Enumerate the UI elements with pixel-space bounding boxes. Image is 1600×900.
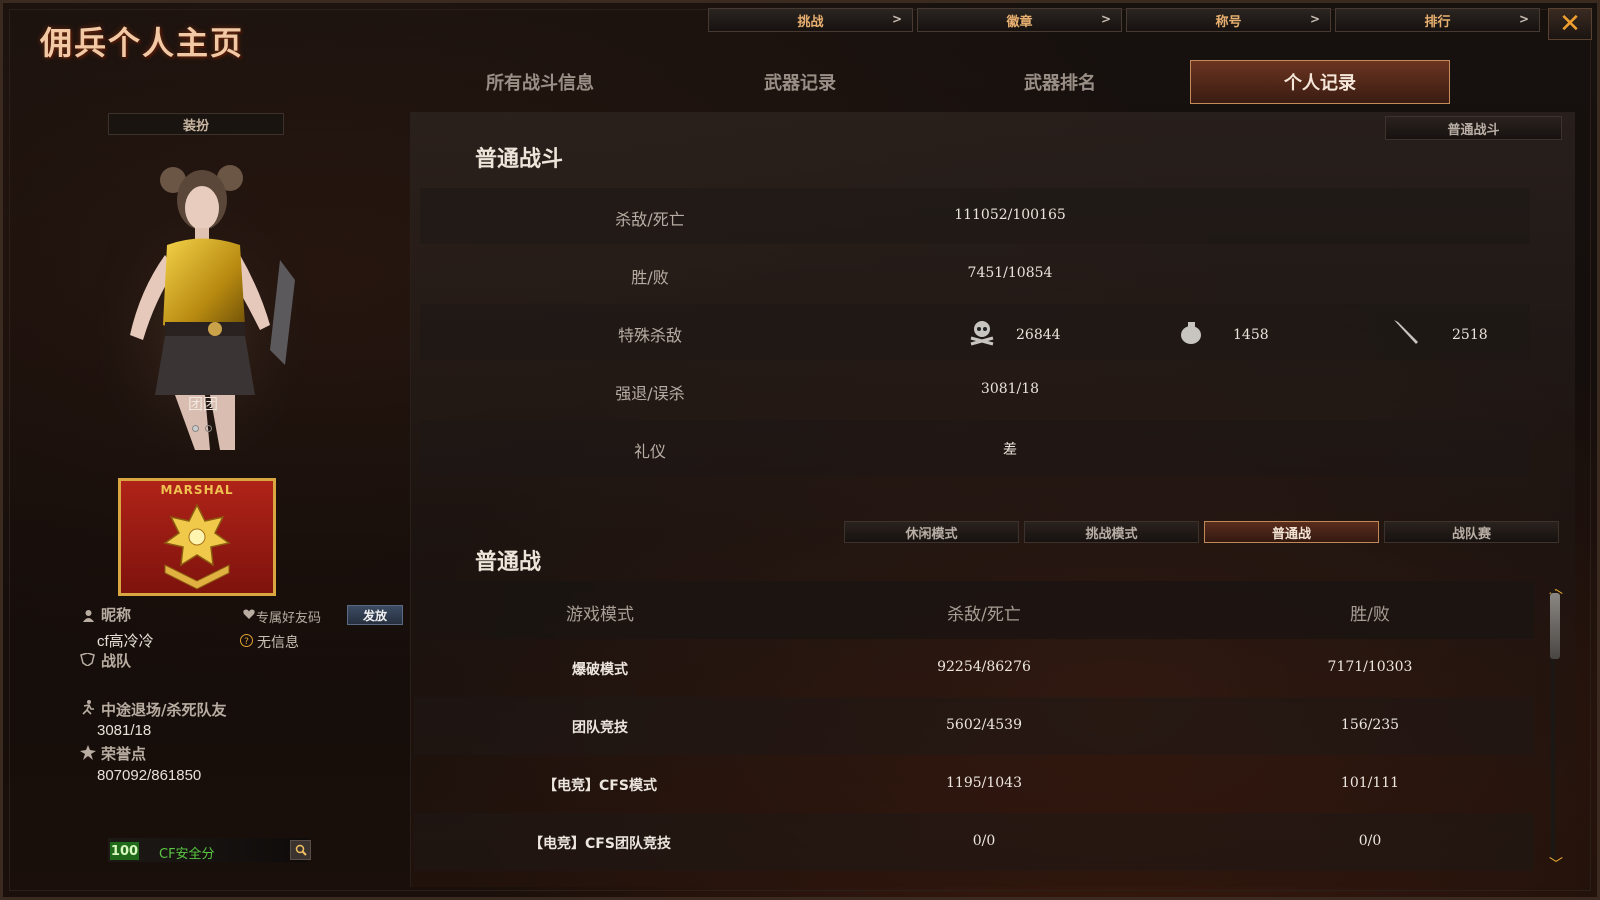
stat-value: 111052/100165 bbox=[954, 207, 1066, 223]
chevron-right-icon: > bbox=[1100, 12, 1111, 26]
honor-value: 807092/861850 bbox=[97, 767, 202, 784]
heart-icon bbox=[243, 609, 255, 619]
section-title-normal-battle: 普通战斗 bbox=[475, 147, 564, 172]
cell-mode: 【电竞】CFS团队竞技 bbox=[529, 836, 671, 852]
friend-code-value: 无信息 bbox=[257, 634, 299, 650]
team-label: 战队 bbox=[101, 652, 132, 670]
tab-all-battle-info[interactable]: 所有战斗信息 bbox=[410, 60, 670, 104]
cell-win-loss: 0/0 bbox=[1358, 833, 1382, 849]
stat-label: 杀敌/死亡 bbox=[615, 210, 685, 229]
quit-kill-value: 3081/18 bbox=[97, 722, 152, 739]
stat-label: 胜/败 bbox=[631, 268, 669, 287]
nav-challenge-button[interactable]: 挑战 > bbox=[708, 8, 913, 32]
table-header: 游戏模式 杀敌/死亡 胜/败 bbox=[414, 581, 1534, 639]
stat-label: 特殊杀敌 bbox=[617, 326, 682, 345]
cell-mode: 团队竞技 bbox=[572, 720, 628, 736]
character-pager bbox=[192, 425, 212, 432]
cell-kd: 92254/86276 bbox=[937, 659, 1031, 675]
chevron-right-icon: > bbox=[1309, 12, 1320, 26]
honor-label: 荣誉点 bbox=[101, 745, 147, 763]
cell-mode: 爆破模式 bbox=[572, 662, 628, 678]
section-title-normal-war: 普通战 bbox=[475, 550, 542, 575]
nav-ranking-button[interactable]: 排行 > bbox=[1335, 8, 1540, 32]
tab-weapon-records[interactable]: 武器记录 bbox=[670, 60, 930, 104]
stat-row-etiquette: 礼仪 差 bbox=[420, 420, 1530, 476]
rank-emblem-icon bbox=[163, 503, 231, 590]
pager-dot-active[interactable] bbox=[192, 425, 199, 432]
nav-title-label: 称号 bbox=[1215, 14, 1242, 30]
search-button[interactable] bbox=[290, 840, 311, 860]
quit-kill-label: 中途退场/杀死队友 bbox=[101, 701, 227, 719]
stat-row-win-loss: 胜/败 7451/10854 bbox=[420, 246, 1530, 302]
filter-casual-mode[interactable]: 休闲模式 bbox=[844, 521, 1019, 543]
scroll-down-icon[interactable]: ﹀ bbox=[1547, 858, 1565, 872]
stat-value: 7451/10854 bbox=[967, 265, 1053, 281]
issue-button[interactable]: 发放 bbox=[347, 605, 403, 625]
nav-title-button[interactable]: 称号 > bbox=[1126, 8, 1331, 32]
stat-label: 强退/误杀 bbox=[615, 384, 685, 403]
running-icon bbox=[82, 700, 94, 715]
cell-kd: 0/0 bbox=[972, 833, 996, 849]
knife-icon bbox=[1394, 320, 1418, 344]
nickname-value: cf高冷冷 bbox=[97, 633, 154, 650]
stat-value: 差 bbox=[1003, 442, 1017, 458]
skull-icon bbox=[970, 321, 994, 346]
special-kill-grenade-value: 1458 bbox=[1233, 327, 1269, 343]
header-game-mode: 游戏模式 bbox=[566, 605, 634, 625]
nav-badge-button[interactable]: 徽章 > bbox=[917, 8, 1122, 32]
top-nav: 挑战 > 徽章 > 称号 > 排行 > bbox=[708, 8, 1540, 32]
grenade-icon bbox=[1181, 322, 1201, 344]
question-icon: ? bbox=[240, 634, 253, 647]
dress-up-button[interactable]: 装扮 bbox=[108, 113, 284, 135]
team-shield-icon bbox=[80, 653, 95, 666]
cell-win-loss: 156/235 bbox=[1340, 717, 1400, 733]
stat-label: 礼仪 bbox=[633, 442, 666, 461]
special-kill-headshot-value: 26844 bbox=[1016, 327, 1061, 343]
pager-dot[interactable] bbox=[205, 425, 212, 432]
user-icon bbox=[83, 610, 94, 622]
nav-challenge-label: 挑战 bbox=[797, 14, 824, 30]
stat-value: 3081/18 bbox=[980, 381, 1040, 397]
security-score: 100 bbox=[110, 842, 139, 860]
tab-weapon-ranking[interactable]: 武器排名 bbox=[930, 60, 1190, 104]
special-kill-knife-value: 2518 bbox=[1452, 327, 1488, 343]
character-name: 团团 bbox=[188, 395, 219, 413]
close-button[interactable]: ✕ bbox=[1548, 8, 1592, 40]
nav-ranking-label: 排行 bbox=[1424, 14, 1451, 30]
cell-mode: 【电竞】CFS模式 bbox=[543, 778, 657, 794]
filter-normal-battle[interactable]: 普通战 bbox=[1204, 521, 1379, 543]
table-row[interactable]: 团队竞技 5602/4539 156/235 bbox=[414, 697, 1534, 755]
rank-badge: MARSHAL bbox=[118, 478, 276, 596]
filter-challenge-mode[interactable]: 挑战模式 bbox=[1024, 521, 1199, 543]
stat-row-kd: 杀敌/死亡 111052/100165 bbox=[420, 188, 1530, 244]
header-kd: 杀敌/死亡 bbox=[947, 605, 1021, 625]
friend-code-label: 专属好友码 bbox=[256, 611, 322, 626]
chevron-right-icon: > bbox=[891, 12, 902, 26]
chevron-right-icon: > bbox=[1518, 12, 1529, 26]
cell-kd: 5602/4539 bbox=[946, 717, 1022, 733]
nav-badge-label: 徽章 bbox=[1006, 14, 1033, 30]
cell-win-loss: 101/111 bbox=[1340, 775, 1400, 791]
svg-text:?: ? bbox=[244, 637, 249, 647]
table-row[interactable]: 【电竞】CFS模式 1195/1043 101/111 bbox=[414, 755, 1534, 813]
honor-icon bbox=[80, 745, 96, 760]
page-title: 佣兵个人主页 bbox=[40, 24, 245, 62]
security-label: CF安全分 bbox=[159, 847, 215, 862]
scrollbar-thumb[interactable] bbox=[1550, 593, 1560, 659]
header-win-loss: 胜/败 bbox=[1350, 605, 1390, 625]
nickname-label: 昵称 bbox=[101, 606, 132, 624]
filter-clan-battle[interactable]: 战队赛 bbox=[1384, 521, 1559, 543]
cell-win-loss: 7171/10303 bbox=[1327, 659, 1413, 675]
table-row[interactable]: 【电竞】CFS团队竞技 0/0 0/0 bbox=[414, 813, 1534, 871]
table-row[interactable]: 爆破模式 92254/86276 7171/10303 bbox=[414, 639, 1534, 697]
search-icon bbox=[295, 844, 307, 856]
stat-row-quit-teamkill: 强退/误杀 3081/18 bbox=[420, 362, 1530, 418]
cell-kd: 1195/1043 bbox=[946, 775, 1022, 791]
main-tabs: 所有战斗信息 武器记录 武器排名 个人记录 bbox=[410, 60, 1450, 104]
mode-select-button[interactable]: 普通战斗 bbox=[1385, 116, 1562, 140]
tab-personal-records[interactable]: 个人记录 bbox=[1190, 60, 1450, 104]
